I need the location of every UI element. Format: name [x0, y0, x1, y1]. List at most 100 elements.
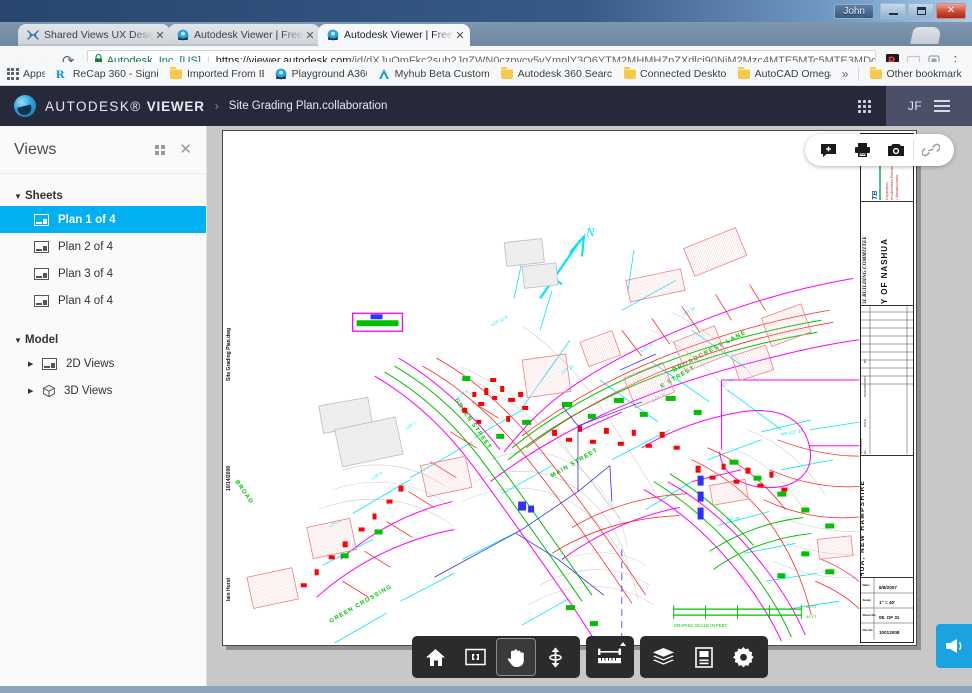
bookmark-playground-a360[interactable]: Playground A360: [275, 67, 367, 80]
measure-button[interactable]: [590, 638, 630, 676]
bookmark-autocad-omega[interactable]: AutoCAD Omega: [738, 67, 831, 80]
svg-text:08. OF 31: 08. OF 31: [879, 615, 900, 620]
hamburger-icon[interactable]: [934, 100, 950, 112]
sheet-icon: [34, 268, 49, 280]
bookmarks-divider: [858, 67, 859, 81]
folder-icon: [738, 67, 751, 80]
bookmark-other-bookmarks[interactable]: Other bookmarks: [869, 67, 962, 80]
sidebar-group-sheets-label: Sheets: [25, 190, 63, 202]
gear-icon[interactable]: [724, 638, 764, 676]
window-close-button[interactable]: ✕: [936, 3, 966, 19]
browser-tab-3-close-icon[interactable]: ✕: [454, 29, 466, 42]
chevron-down-icon: ▼: [14, 192, 25, 201]
sidebar-group-sheets: ▼ Sheets Plan 1 of 4 Plan 2 of 4 Plan 3 …: [0, 186, 206, 314]
chevron-right-icon[interactable]: ▶: [28, 360, 42, 368]
autodesk-viewer-icon: [176, 29, 189, 42]
sidebar-item-3d-views[interactable]: ▶ 3D Views: [0, 377, 206, 404]
window-titlebar: John ✕: [0, 0, 972, 22]
bookmark-connected-desktop-label: Connected Desktop: [640, 68, 727, 80]
bookmark-imported-from-ie[interactable]: Imported From IE: [170, 67, 264, 80]
svg-text:DATE: DATE: [863, 419, 867, 427]
sheet-icon: [34, 214, 49, 226]
svg-text:LOT 7: LOT 7: [404, 420, 417, 430]
user-initials-avatar[interactable]: JF: [908, 99, 922, 113]
document-name-label: Site Grading Plan.collaboration: [229, 100, 388, 112]
brand-autodesk-label: AUTODESK®: [45, 99, 142, 114]
autodesk-viewer-icon: [275, 67, 288, 80]
svg-text:GREEN STREET: GREEN STREET: [453, 398, 493, 451]
sidebar-item-plan-4-of-4[interactable]: Plan 4 of 4: [0, 287, 206, 314]
brand-lockup[interactable]: AUTODESK® VIEWER: [45, 99, 205, 114]
link-icon[interactable]: [914, 135, 948, 165]
svg-text:Date:: Date:: [863, 583, 871, 587]
sidebar-group-model: ▼ Model ▶ 2D Views ▶ 3D Views: [0, 330, 206, 404]
bookmark-myhub-beta[interactable]: Myhub Beta Custome: [378, 67, 490, 80]
apps-grid-icon: [6, 67, 19, 80]
apps-waffle-icon[interactable]: [842, 86, 886, 126]
autodesk-a-icon: [378, 67, 391, 80]
drawing-title-block: HNTB HNTB Corporation Engineers Architec…: [860, 133, 914, 643]
comment-plus-icon[interactable]: [811, 135, 845, 165]
title-block-project-cell: Site Grading Plan 1 NASHUA HIGH SCHOOL -…: [861, 456, 913, 578]
chevron-down-icon: ▼: [14, 336, 25, 345]
bookmark-apps-label: Apps: [23, 68, 45, 80]
svg-text:DESCRIPTION: DESCRIPTION: [863, 376, 867, 397]
bookmark-autodesk-360-search-label: Autodesk 360 Search: [518, 68, 612, 80]
bookmark-recap-360[interactable]: R ReCap 360 - Signin: [56, 67, 159, 80]
camera-icon[interactable]: [879, 135, 913, 165]
window-maximize-button[interactable]: [908, 3, 934, 19]
new-tab-button[interactable]: [910, 27, 942, 44]
bookmarks-overflow-button[interactable]: »: [842, 67, 849, 81]
title-block-client-cell: Prepared For: CITY OF NASHUA JOINT SPECI…: [861, 202, 913, 306]
svg-text:NASHUA, NEW HAMPSHIRE: NASHUA, NEW HAMPSHIRE: [861, 480, 866, 576]
drawing-sheet[interactable]: N LOT 12-3 LOT 14 LOT 9 LOT 7 LOT 5 LOT …: [222, 130, 917, 646]
svg-text:Engineers Architects Planners: Engineers Architects Planners: [890, 164, 894, 200]
svg-text:1" = 40': 1" = 40': [879, 600, 895, 605]
dock-grid-icon[interactable]: [155, 145, 165, 155]
titlebar-gloss: [0, 0, 972, 22]
measure-caret-icon: [620, 642, 626, 646]
sidebar-item-plan-2-of-4[interactable]: Plan 2 of 4: [0, 233, 206, 260]
sidebar-item-plan-3-of-4[interactable]: Plan 3 of 4: [0, 260, 206, 287]
sidebar-group-sheets-header[interactable]: ▼ Sheets: [0, 186, 206, 206]
autodesk-logo-icon[interactable]: [14, 95, 36, 117]
sheet-icon: [34, 295, 49, 307]
orbit-button[interactable]: [536, 638, 576, 676]
folder-icon: [170, 67, 183, 80]
autodesk-x-icon: [26, 29, 39, 42]
home-button[interactable]: [416, 638, 456, 676]
svg-text:Boston, Massachusetts: Boston, Massachusetts: [895, 175, 899, 200]
close-icon[interactable]: ✕: [179, 142, 192, 157]
pan-button[interactable]: [496, 638, 536, 676]
bookmark-apps[interactable]: Apps: [6, 67, 45, 80]
browser-tab-1-close-icon[interactable]: ✕: [154, 29, 166, 42]
folder-icon: [623, 67, 636, 80]
views-panel: Views ✕ ▼ Sheets Plan 1 of 4 Pla: [0, 126, 207, 686]
sidebar-item-2d-views[interactable]: ▶ 2D Views: [0, 350, 206, 377]
browser-tab-2[interactable]: Autodesk Viewer | Free O ✕: [168, 24, 320, 46]
bookmark-connected-desktop[interactable]: Connected Desktop: [623, 67, 727, 80]
windows-user-chip[interactable]: John: [834, 4, 874, 19]
svg-text:N/F LOT 31: N/F LOT 31: [781, 428, 804, 437]
sidebar-item-plan-1-of-4[interactable]: Plan 1 of 4: [0, 206, 206, 233]
cube-icon: [42, 384, 56, 398]
viewer-canvas[interactable]: N LOT 12-3 LOT 14 LOT 9 LOT 7 LOT 5 LOT …: [207, 126, 972, 686]
viewer-action-toolbar: [805, 134, 954, 166]
model-browser-button[interactable]: [684, 638, 724, 676]
browser-tab-3[interactable]: Autodesk Viewer | Free O ✕: [318, 24, 470, 46]
window-minimize-button[interactable]: [880, 3, 906, 19]
bookmarks-bar: Apps R ReCap 360 - Signin Imported From …: [0, 62, 972, 86]
drawing-margin-label-author: Iain Hurst: [226, 578, 232, 601]
browser-tab-1[interactable]: Shared Views UX Design ✕: [18, 24, 170, 46]
sidebar-group-model-header[interactable]: ▼ Model: [0, 330, 206, 350]
browser-tab-2-close-icon[interactable]: ✕: [304, 29, 316, 42]
chevron-right-icon[interactable]: ▶: [28, 387, 42, 395]
bookmark-autodesk-360-search[interactable]: Autodesk 360 Search: [501, 67, 612, 80]
fit-to-view-button[interactable]: [456, 638, 496, 676]
layers-button[interactable]: [644, 638, 684, 676]
feedback-button[interactable]: [936, 624, 972, 668]
panel-title: Views: [14, 141, 56, 159]
bookmark-playground-a360-label: Playground A360: [292, 68, 367, 80]
printer-icon[interactable]: [845, 135, 879, 165]
sidebar-item-plan-3-of-4-label: Plan 3 of 4: [58, 268, 113, 280]
